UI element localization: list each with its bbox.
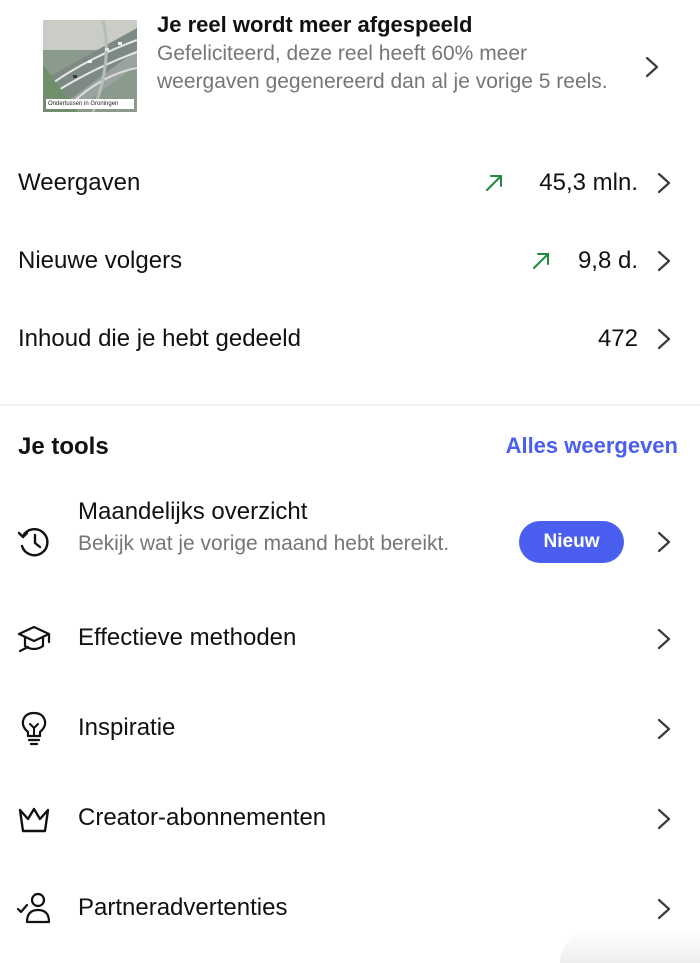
tool-item-inspiration[interactable]: Inspiratie: [0, 690, 700, 768]
stat-row-views[interactable]: Weergaven 45,3 mln.: [0, 144, 700, 222]
tools-section-title: Je tools: [18, 433, 109, 460]
tool-item-monthly-overview[interactable]: Maandelijks overzicht Bekijk wat je vori…: [0, 490, 700, 590]
chevron-right-icon: [657, 808, 671, 830]
stat-value: 45,3 mln.: [539, 169, 638, 196]
thumbnail-caption: Ondertussen in Groningen: [46, 99, 134, 109]
lightbulb-icon: [16, 710, 52, 746]
section-divider: [0, 404, 700, 406]
stat-row-shared-content[interactable]: Inhoud die je hebt gedeeld 472: [0, 300, 700, 378]
new-badge: Nieuw: [519, 521, 624, 563]
screen-edge-shadow: [560, 930, 700, 963]
trend-up-icon: [531, 251, 551, 271]
see-all-link[interactable]: Alles weergeven: [506, 430, 678, 462]
tool-label: Partneradvertenties: [78, 894, 288, 921]
tool-item-creator-subscriptions[interactable]: Creator-abonnementen: [0, 780, 700, 858]
stat-label: Nieuwe volgers: [18, 247, 183, 274]
reel-thumbnail: Ondertussen in Groningen: [43, 20, 137, 112]
reel-notice-card[interactable]: Ondertussen in Groningen Je reel wordt m…: [0, 0, 700, 135]
chevron-right-icon: [657, 531, 671, 553]
history-clock-icon: [16, 524, 52, 560]
stat-value: 472: [597, 325, 638, 352]
tool-label: Effectieve methoden: [78, 624, 297, 651]
chevron-right-icon: [657, 718, 671, 740]
crown-icon: [16, 801, 52, 837]
partner-check-icon: [16, 890, 52, 926]
trend-up-icon: [484, 173, 504, 193]
tool-label: Maandelijks overzicht: [78, 498, 308, 525]
tool-label: Inspiratie: [78, 714, 176, 741]
stat-label: Inhoud die je hebt gedeeld: [18, 325, 301, 352]
stat-label: Weergaven: [18, 169, 141, 196]
tool-label: Creator-abonnementen: [78, 804, 327, 831]
chevron-right-icon: [657, 898, 671, 920]
stat-value: 9,8 d.: [577, 247, 638, 274]
tool-subtitle: Bekijk wat je vorige maand hebt bereikt.: [78, 532, 450, 555]
stat-row-new-followers[interactable]: Nieuwe volgers 9,8 d.: [0, 222, 700, 300]
reel-notice-description: Gefeliciteerd, deze reel heeft 60% meer …: [157, 42, 608, 93]
chevron-right-icon: [657, 250, 671, 272]
reel-notice-title: Je reel wordt meer afgespeeld: [157, 12, 473, 37]
chevron-right-icon: [657, 628, 671, 650]
tool-item-effective-methods[interactable]: Effectieve methoden: [0, 600, 700, 678]
chevron-right-icon: [657, 328, 671, 350]
chevron-right-icon: [657, 172, 671, 194]
graduation-cap-icon: [16, 621, 52, 657]
chevron-right-icon: [645, 56, 659, 78]
